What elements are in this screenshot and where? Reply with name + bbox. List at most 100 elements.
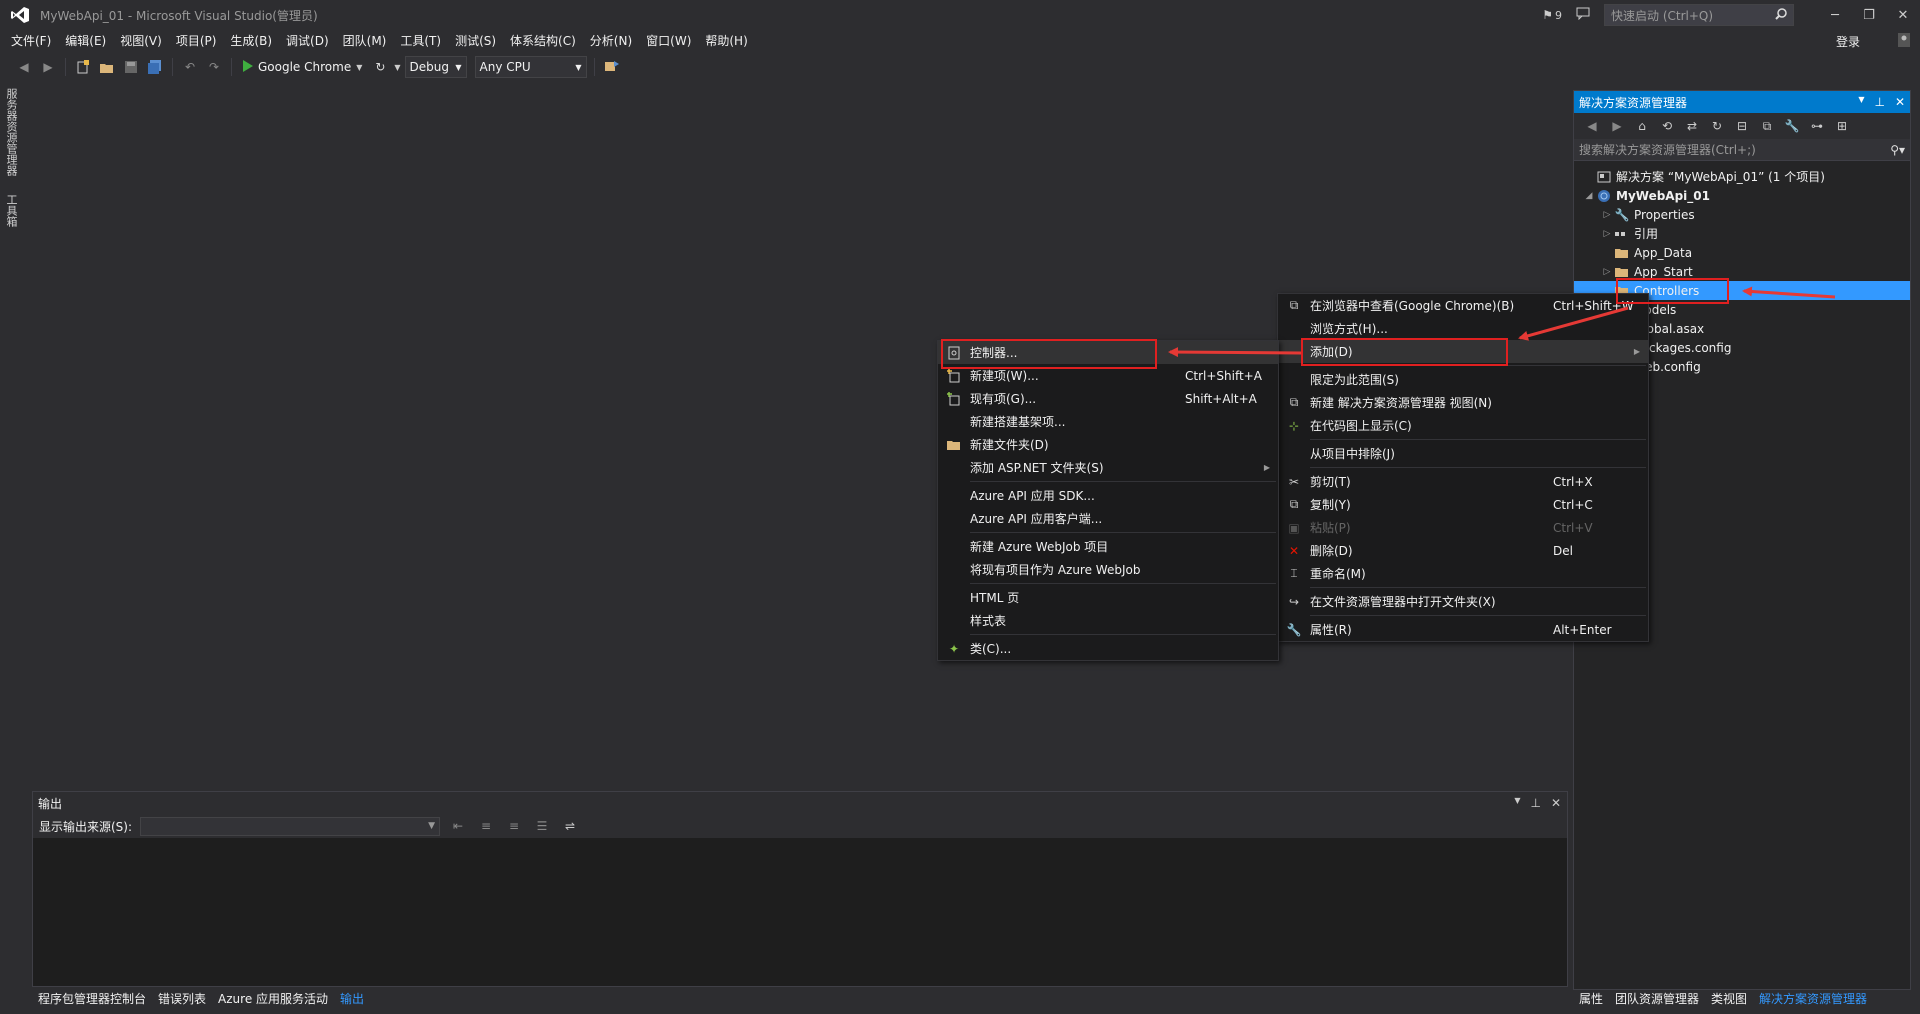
menu-build[interactable]: 生成(B) — [223, 30, 279, 52]
menu-file[interactable]: 文件(F) — [4, 30, 58, 52]
menu-item-new-scaffold[interactable]: 新建搭建基架项... — [938, 410, 1278, 433]
menu-item-new-explorer-view[interactable]: ⧉ 新建 解决方案资源管理器 视图(N) — [1278, 391, 1648, 414]
menu-item-copy[interactable]: ⧉ 复制(Y) Ctrl+C — [1278, 493, 1648, 516]
tab-output[interactable]: 输出 — [334, 988, 371, 1010]
new-project-icon[interactable] — [73, 57, 93, 77]
menu-debug[interactable]: 调试(D) — [279, 30, 336, 52]
save-all-icon[interactable] — [145, 57, 165, 77]
clear-all-icon[interactable]: ☰ — [532, 816, 552, 836]
quick-launch-input[interactable]: 快速启动 (Ctrl+Q) — [1604, 4, 1794, 26]
output-source-dropdown[interactable]: ▼ — [140, 816, 441, 836]
open-file-icon[interactable] — [97, 57, 117, 77]
minimize-button[interactable]: ─ — [1818, 0, 1852, 30]
forward-icon[interactable]: ▶ — [1607, 116, 1627, 136]
close-button[interactable]: ✕ — [1886, 0, 1920, 30]
previous-message-icon[interactable]: ≡ — [476, 816, 496, 836]
menu-view[interactable]: 视图(V) — [113, 30, 169, 52]
menu-project[interactable]: 项目(P) — [169, 30, 224, 52]
chevron-down-icon[interactable]: ▼ — [394, 63, 400, 72]
pin-icon[interactable]: ⊥ — [1874, 95, 1884, 109]
menu-test[interactable]: 测试(S) — [448, 30, 503, 52]
menu-item-existing-item[interactable]: 现有项(G)... Shift+Alt+A — [938, 387, 1278, 410]
next-message-icon[interactable]: ≡ — [504, 816, 524, 836]
tree-item-properties[interactable]: ▷ 🔧 Properties — [1574, 205, 1910, 224]
home-icon[interactable]: ⌂ — [1632, 116, 1652, 136]
account-icon[interactable] — [1896, 32, 1912, 51]
menu-item-stylesheet[interactable]: 样式表 — [938, 609, 1278, 632]
refresh-icon[interactable]: ↻ — [1707, 116, 1727, 136]
start-debugging-button[interactable]: Google Chrome ▼ — [239, 59, 366, 75]
menu-item-delete[interactable]: ✕ 删除(D) Del — [1278, 539, 1648, 562]
menu-architecture[interactable]: 体系结构(C) — [503, 30, 583, 52]
tree-item-project[interactable]: ◢ MyWebApi_01 — [1574, 186, 1910, 205]
menu-tools[interactable]: 工具(T) — [393, 30, 448, 52]
redo-icon[interactable]: ↷ — [204, 57, 224, 77]
browser-link-icon[interactable] — [602, 57, 622, 77]
collapsed-arrow-icon[interactable]: ▷ — [1600, 210, 1614, 220]
tab-error-list[interactable]: 错误列表 — [152, 988, 212, 1010]
menu-item-new-webjob[interactable]: 新建 Azure WebJob 项目 — [938, 535, 1278, 558]
menu-item-scope-to-this[interactable]: 限定为此范围(S) — [1278, 368, 1648, 391]
restore-button[interactable]: ❐ — [1852, 0, 1886, 30]
expanded-arrow-icon[interactable]: ◢ — [1582, 191, 1596, 201]
menu-item-azure-api-sdk[interactable]: Azure API 应用 SDK... — [938, 484, 1278, 507]
menu-edit[interactable]: 编辑(E) — [58, 30, 113, 52]
tree-item-app-data[interactable]: App_Data — [1574, 243, 1910, 262]
menu-team[interactable]: 团队(M) — [336, 30, 394, 52]
back-icon[interactable]: ◀ — [1582, 116, 1602, 136]
menu-item-show-on-code-map[interactable]: ⊹ 在代码图上显示(C) — [1278, 414, 1648, 437]
navigate-back-icon[interactable]: ◀ — [14, 57, 34, 77]
close-icon[interactable]: ✕ — [1551, 796, 1561, 810]
menu-item-azure-api-client[interactable]: Azure API 应用客户端... — [938, 507, 1278, 530]
menu-item-open-in-explorer[interactable]: ↪ 在文件资源管理器中打开文件夹(X) — [1278, 590, 1648, 613]
feedback-icon[interactable] — [1576, 7, 1590, 23]
preview-icon[interactable]: ⊶ — [1807, 116, 1827, 136]
menu-item-new-folder[interactable]: 新建文件夹(D) — [938, 433, 1278, 456]
collapsed-arrow-icon[interactable]: ▷ — [1600, 267, 1614, 277]
pin-icon[interactable]: ⊥ — [1530, 796, 1540, 810]
dropdown-icon[interactable]: ▼ — [1514, 796, 1520, 810]
tree-item-references[interactable]: ▷ 引用 — [1574, 224, 1910, 243]
tab-toolbox[interactable]: 工具箱 — [0, 190, 22, 231]
menu-window[interactable]: 窗口(W) — [639, 30, 698, 52]
refresh-icon[interactable]: ↻ — [370, 57, 390, 77]
save-icon[interactable] — [121, 57, 141, 77]
solution-platform-dropdown[interactable]: Any CPU ▼ — [474, 56, 587, 78]
tab-solution-explorer[interactable]: 解决方案资源管理器 — [1753, 988, 1873, 1010]
menu-item-existing-as-webjob[interactable]: 将现有项目作为 Azure WebJob — [938, 558, 1278, 581]
menu-item-cut[interactable]: ✂ 剪切(T) Ctrl+X — [1278, 470, 1648, 493]
menu-item-view-in-browser[interactable]: ⧉ 在浏览器中查看(Google Chrome)(B) Ctrl+Shift+W — [1278, 294, 1648, 317]
menu-item-browse-with[interactable]: 浏览方式(H)... — [1278, 317, 1648, 340]
navigate-forward-icon[interactable]: ▶ — [38, 57, 58, 77]
login-link[interactable]: 登录 — [1836, 33, 1860, 50]
solution-configuration-dropdown[interactable]: Debug ▼ — [404, 56, 467, 78]
menu-item-html-page[interactable]: HTML 页 — [938, 586, 1278, 609]
sync-icon[interactable]: ⇄ — [1682, 116, 1702, 136]
menu-item-properties[interactable]: 🔧 属性(R) Alt+Enter — [1278, 618, 1648, 641]
menu-item-exclude-from-project[interactable]: 从项目中排除(J) — [1278, 442, 1648, 465]
menu-item-add-aspnet-folder[interactable]: 添加 ASP.NET 文件夹(S) ▶ — [938, 456, 1278, 479]
menu-help[interactable]: 帮助(H) — [698, 30, 754, 52]
dropdown-icon[interactable]: ▼ — [1858, 95, 1864, 109]
collapsed-arrow-icon[interactable]: ▷ — [1600, 229, 1614, 239]
tab-server-explorer[interactable]: 服务器资源管理器 — [0, 84, 22, 180]
pending-changes-icon[interactable]: ⟲ — [1657, 116, 1677, 136]
show-all-files-icon[interactable]: ⧉ — [1757, 116, 1777, 136]
collapse-all-icon[interactable]: ⊟ — [1732, 116, 1752, 136]
find-message-icon[interactable]: ⇤ — [448, 816, 468, 836]
close-icon[interactable]: ✕ — [1895, 95, 1905, 109]
solution-search-input[interactable]: 搜索解决方案资源管理器(Ctrl+;) ⚲▾ — [1574, 139, 1910, 161]
properties-icon[interactable]: 🔧 — [1782, 116, 1802, 136]
notification-flag[interactable]: ⚑ 9 — [1542, 8, 1562, 22]
menu-item-class[interactable]: ✦ 类(C)... — [938, 637, 1278, 660]
menu-item-rename[interactable]: ⌶ 重命名(M) — [1278, 562, 1648, 585]
menu-item-paste[interactable]: ▣ 粘贴(P) Ctrl+V — [1278, 516, 1648, 539]
tab-properties[interactable]: 属性 — [1573, 988, 1609, 1010]
tab-class-view[interactable]: 类视图 — [1705, 988, 1753, 1010]
menu-analyze[interactable]: 分析(N) — [583, 30, 639, 52]
tree-item-solution[interactable]: 解决方案 “MyWebApi_01” (1 个项目) — [1574, 167, 1910, 186]
class-diagram-icon[interactable]: ⊞ — [1832, 116, 1852, 136]
tab-package-manager-console[interactable]: 程序包管理器控制台 — [32, 988, 152, 1010]
undo-icon[interactable]: ↶ — [180, 57, 200, 77]
tab-team-explorer[interactable]: 团队资源管理器 — [1609, 988, 1705, 1010]
